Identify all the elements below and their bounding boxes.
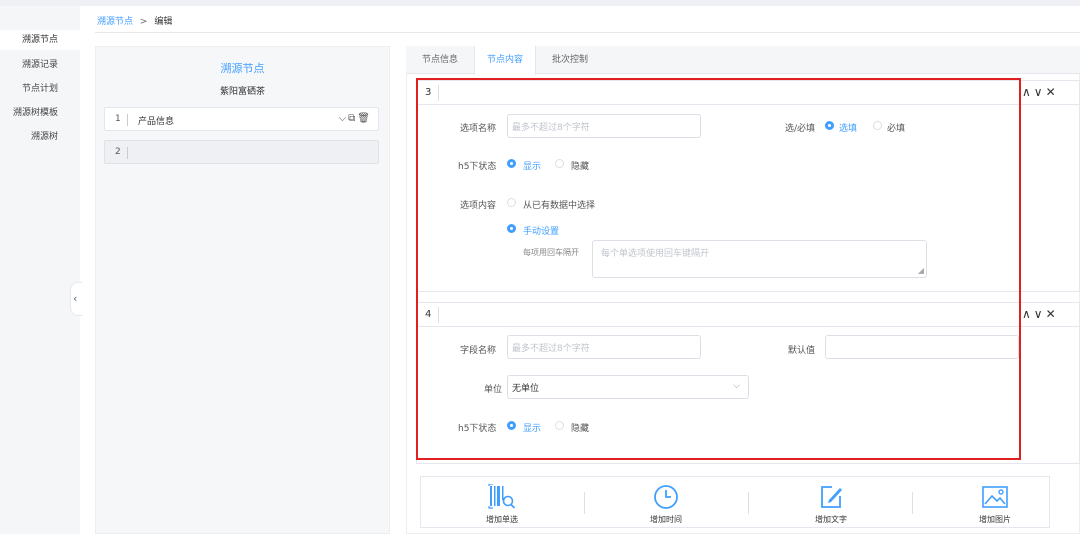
chevron-down-icon[interactable]: ⌵ — [339, 113, 349, 124]
divider — [95, 32, 1080, 33]
tool-label: 增加文字 — [815, 515, 847, 524]
divider — [584, 492, 585, 514]
move-up-icon[interactable]: ∧ — [1022, 85, 1034, 99]
move-up-icon[interactable]: ∧ — [1022, 307, 1034, 321]
tool-label: 增加图片 — [979, 515, 1011, 524]
divider — [127, 114, 128, 126]
close-icon[interactable]: ✕ — [1046, 307, 1059, 321]
tab-node-content[interactable]: 节点内容 — [474, 46, 537, 75]
sidebar-item-trace-record[interactable]: 溯源记录 — [22, 57, 58, 70]
node-row[interactable]: 2 — [104, 140, 379, 164]
node-label: 产品信息 — [138, 117, 175, 127]
sidebar-item-node-plan[interactable]: 节点计划 — [22, 81, 58, 94]
divider — [127, 147, 128, 159]
chevron-left-icon: ‹ — [73, 292, 78, 305]
breadcrumb-current: 编辑 — [154, 17, 173, 27]
divider — [748, 492, 749, 514]
add-image-button[interactable]: 增加图片 — [935, 476, 1055, 528]
sidebar-item-trace-tree[interactable]: 溯源树 — [31, 129, 58, 142]
clock-icon — [654, 485, 678, 509]
tab-bar: 节点信息 节点内容 批次控制 — [406, 46, 1080, 75]
close-icon[interactable]: ✕ — [1046, 85, 1059, 99]
tab-node-info[interactable]: 节点信息 — [410, 46, 470, 74]
highlight-box — [416, 78, 1021, 460]
add-time-button[interactable]: 增加时间 — [606, 476, 726, 528]
sidebar: 溯源节点 溯源记录 节点计划 溯源树模板 溯源树 — [0, 6, 80, 534]
node-actions: ⌵⧉🗑 — [339, 113, 372, 124]
trash-icon[interactable]: 🗑 — [357, 113, 372, 124]
add-single-choice-button[interactable]: 增加单选 — [442, 476, 562, 528]
sidebar-item-tree-template[interactable]: 溯源树模板 — [13, 105, 58, 118]
move-down-icon[interactable]: ∨ — [1034, 307, 1046, 321]
block-actions: ∧∨✕ — [1022, 85, 1059, 99]
image-icon — [982, 486, 1008, 508]
edit-icon — [821, 486, 842, 508]
panel-subtitle: 紫阳富硒茶 — [219, 87, 265, 97]
tool-label: 增加单选 — [486, 515, 518, 524]
copy-icon[interactable]: ⧉ — [348, 113, 357, 124]
breadcrumb: 溯源节点 > 编辑 — [97, 14, 172, 27]
block-actions: ∧∨✕ — [1022, 307, 1059, 321]
collapse-panel-button[interactable]: ‹ — [70, 282, 82, 316]
breadcrumb-parent-link[interactable]: 溯源节点 — [97, 17, 133, 27]
node-number: 2 — [115, 147, 121, 157]
tab-batch-control[interactable]: 批次控制 — [540, 46, 600, 74]
divider — [912, 492, 913, 514]
node-row[interactable]: 1 产品信息 ⌵⧉🗑 — [104, 107, 379, 131]
barcode-search-icon — [488, 484, 516, 509]
panel-title: 溯源节点 — [220, 62, 265, 75]
sidebar-item-label: 溯源节点 — [21, 35, 58, 45]
breadcrumb-separator: > — [139, 17, 148, 27]
sidebar-item-trace-node[interactable]: 溯源节点 — [0, 30, 80, 50]
move-down-icon[interactable]: ∨ — [1034, 85, 1046, 99]
node-number: 1 — [115, 114, 121, 124]
tool-label: 增加时间 — [650, 515, 682, 524]
add-text-button[interactable]: 增加文字 — [771, 476, 891, 528]
